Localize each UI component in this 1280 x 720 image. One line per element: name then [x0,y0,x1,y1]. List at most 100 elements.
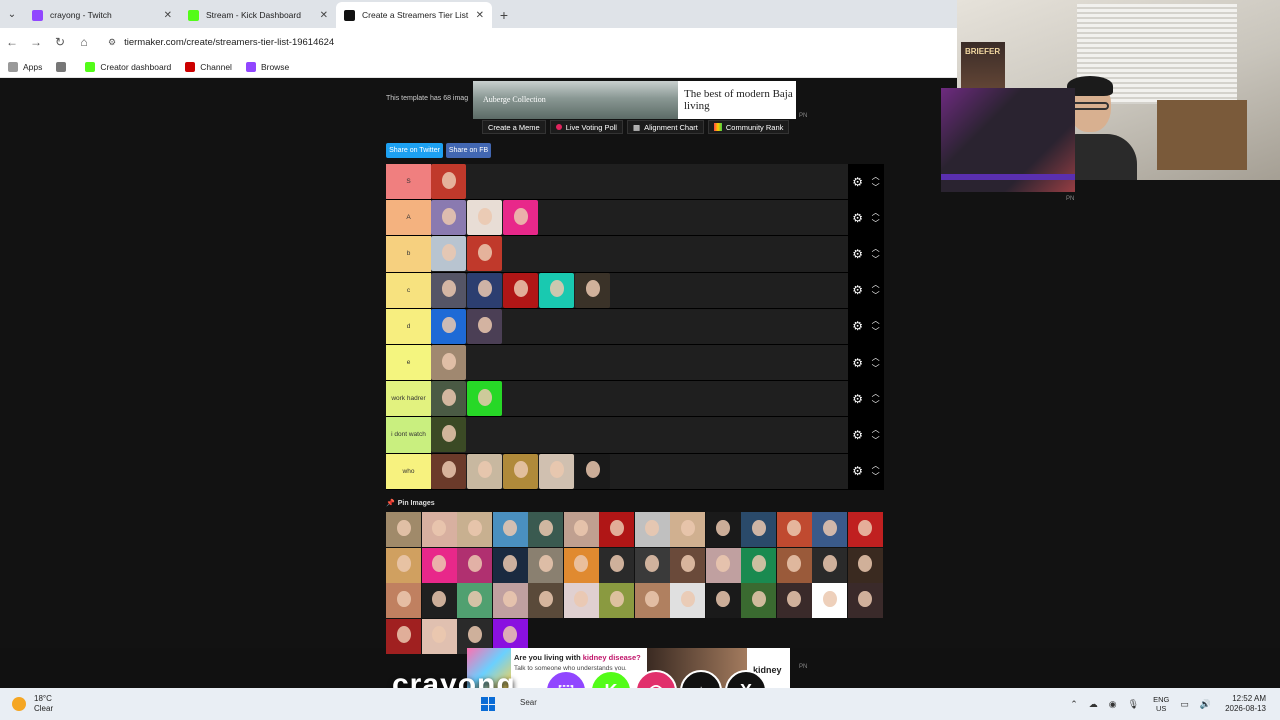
ad-banner-top[interactable]: Auberge Collection The best of modern Ba… [473,81,796,119]
tier-item-image[interactable] [503,200,538,236]
gear-icon[interactable]: ⚙ [852,319,863,333]
pool-item-image[interactable] [847,583,883,618]
chevron-up-icon[interactable]: ︿ [872,424,880,435]
tier-item-image[interactable] [431,417,466,453]
tier-label[interactable]: who [386,453,431,489]
chevron-up-icon[interactable]: ︿ [872,243,880,254]
taskbar-search[interactable]: Sear [520,698,537,707]
tier-item-image[interactable] [467,236,502,272]
close-icon[interactable]: ✕ [320,10,328,21]
url-input[interactable]: ⚙ tiermaker.com/create/streamers-tier-li… [102,32,957,52]
pool-item-image[interactable] [599,512,634,547]
home-icon[interactable]: ⌂ [72,35,96,49]
tier-item-image[interactable] [431,381,466,417]
tier-item-image[interactable] [467,200,502,236]
tier-item-image[interactable] [431,236,466,272]
chevron-down-icon[interactable]: ﹀ [872,471,880,482]
pool-item-image[interactable] [670,547,705,583]
tier-item-image[interactable] [467,453,502,489]
record-icon[interactable]: ◉ [1109,699,1117,710]
pool-item-image[interactable] [563,583,599,618]
tier-items[interactable] [431,345,848,381]
chevron-down-icon[interactable]: ﹀ [872,435,880,446]
gear-icon[interactable]: ⚙ [852,428,863,442]
chevron-up-icon[interactable]: ︿ [872,279,880,290]
reload-icon[interactable]: ↻ [48,35,72,49]
back-icon[interactable]: ← [0,35,24,49]
tier-label[interactable]: e [386,344,431,381]
tier-item-image[interactable] [575,272,610,308]
pool-item-image[interactable] [705,583,741,618]
chevron-down-icon[interactable]: ﹀ [872,182,880,193]
pool-item-image[interactable] [492,583,528,618]
pool-item-image[interactable] [705,512,741,547]
tier-item-image[interactable] [431,272,466,308]
close-icon[interactable]: ✕ [476,10,484,21]
chevron-down-icon[interactable]: ﹀ [872,290,880,301]
tier-items[interactable] [431,381,848,417]
pool-item-image[interactable] [776,583,812,618]
pool-item-image[interactable] [492,512,528,547]
tier-item-image[interactable] [467,308,502,344]
tab-0[interactable]: crayong - Twitch ✕ [24,2,180,28]
pool-item-image[interactable] [812,583,847,618]
chevron-down-icon[interactable]: ﹀ [872,363,880,374]
chevron-down-icon[interactable]: ﹀ [872,399,880,410]
chevron-up-icon[interactable]: ⌃ [1070,699,1078,710]
tier-item-image[interactable] [431,164,466,200]
bookmark-grid[interactable] [56,61,71,72]
create-meme-button[interactable]: Create a Meme [482,120,546,134]
chevron-up-icon[interactable]: ︿ [872,207,880,218]
tier-item-image[interactable] [467,381,502,417]
tier-item-image[interactable] [503,272,538,308]
tier-items[interactable] [431,164,848,200]
bookmark-browse[interactable]: Browse [245,61,289,72]
language-indicator[interactable]: ENG US [1153,695,1169,713]
clock[interactable]: 12:52 AM 2026-08-13 [1225,694,1266,714]
community-rank-button[interactable]: Community Rank [707,120,790,134]
pool-item-image[interactable] [634,547,670,583]
pool-item-image[interactable] [421,583,457,618]
pool-item-image[interactable] [421,618,457,654]
gear-icon[interactable]: ⚙ [852,356,863,370]
chevron-up-icon[interactable]: ︿ [872,315,880,326]
pool-item-image[interactable] [563,547,599,583]
pool-item-image[interactable] [421,512,457,547]
volume-icon[interactable]: 🔊 [1200,699,1211,710]
pool-item-image[interactable] [528,583,563,618]
pool-item-image[interactable] [741,512,776,547]
gear-icon[interactable]: ⚙ [852,175,863,189]
pool-item-image[interactable] [741,547,776,583]
tier-items[interactable] [431,417,848,453]
gear-icon[interactable]: ⚙ [852,283,863,297]
forward-icon[interactable]: → [24,35,48,49]
gear-icon[interactable]: ⚙ [852,464,863,478]
weather-widget[interactable]: 18°C Clear [12,694,53,714]
tier-item-image[interactable] [539,453,574,489]
pool-item-image[interactable] [457,547,492,583]
chevron-up-icon[interactable]: ︿ [872,352,880,363]
new-tab-button[interactable]: + [492,2,516,28]
pin-images-toggle[interactable]: 📌 Pin Images [386,499,435,507]
tab-1[interactable]: Stream - Kick Dashboard ✕ [180,2,336,28]
pool-item-image[interactable] [421,547,457,583]
tier-items[interactable] [431,272,848,308]
pool-item-image[interactable] [563,512,599,547]
pool-item-image[interactable] [386,583,421,618]
tier-item-image[interactable] [431,200,466,236]
tier-label[interactable]: d [386,308,431,344]
start-button[interactable] [481,697,495,711]
tier-label[interactable]: S [386,164,431,200]
gear-icon[interactable]: ⚙ [852,247,863,261]
gear-icon[interactable]: ⚙ [852,211,863,225]
live-voting-poll-button[interactable]: Live Voting Poll [549,120,623,134]
share-twitter-button[interactable]: Share on Twitter [386,143,443,158]
site-info-icon[interactable]: ⚙ [108,37,116,48]
pool-item-image[interactable] [386,618,421,654]
pool-item-image[interactable] [812,512,847,547]
tier-label[interactable]: work hadrer [386,381,431,417]
bookmark-channel[interactable]: Channel [185,61,232,72]
tab-2[interactable]: Create a Streamers Tier List - Tie ✕ [336,2,492,28]
mic-icon[interactable]: 🎙 [1128,699,1139,710]
bookmark-apps[interactable]: Apps [8,61,42,72]
